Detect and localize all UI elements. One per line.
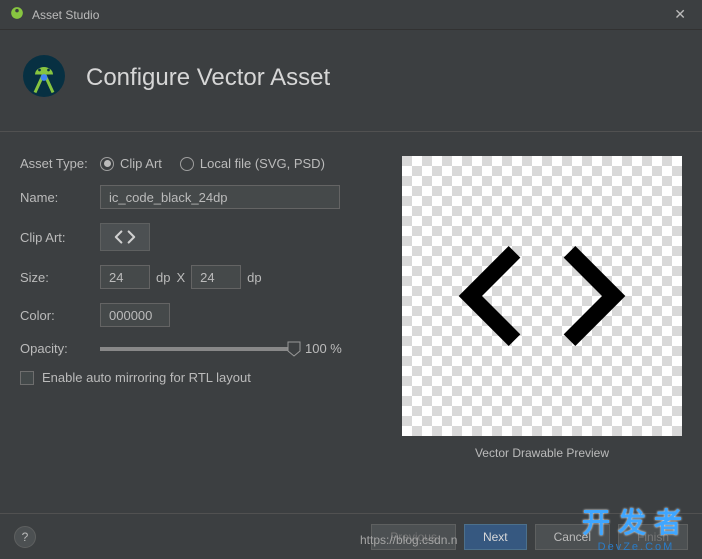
name-label: Name: (20, 190, 100, 205)
android-logo-icon (20, 52, 68, 103)
header: Configure Vector Asset (0, 30, 702, 132)
radio-clip-art-label: Clip Art (120, 156, 162, 171)
watermark-cn-text: 开发者 (582, 507, 690, 538)
radio-checked-icon (100, 157, 114, 171)
close-icon[interactable]: ✕ (668, 4, 692, 25)
clip-art-picker-button[interactable] (100, 223, 150, 251)
size-x-label: X (176, 270, 185, 285)
radio-clip-art[interactable]: Clip Art (100, 156, 162, 171)
next-button[interactable]: Next (464, 524, 527, 550)
size-height-input[interactable] (191, 265, 241, 289)
rtl-label: Enable auto mirroring for RTL layout (42, 370, 251, 385)
android-studio-icon (10, 6, 24, 23)
window-title: Asset Studio (32, 8, 668, 22)
size-width-input[interactable] (100, 265, 150, 289)
code-icon (114, 230, 136, 244)
asset-type-label: Asset Type: (20, 156, 100, 171)
form-panel: Asset Type: Clip Art Local file (SVG, PS… (20, 156, 382, 460)
opacity-label: Opacity: (20, 341, 100, 356)
opacity-value: 100 % (305, 341, 342, 356)
preview-label: Vector Drawable Preview (402, 446, 682, 460)
help-button[interactable]: ? (14, 526, 36, 548)
watermark-url: https://blog.csdn.n (360, 533, 457, 547)
watermark-en-text: DevZe.CoM (582, 541, 690, 553)
preview-canvas (402, 156, 682, 436)
titlebar: Asset Studio ✕ (0, 0, 702, 30)
watermark-logo: 开发者 DevZe.CoM (582, 501, 690, 553)
preview-code-icon (442, 196, 642, 396)
page-title: Configure Vector Asset (86, 64, 330, 92)
radio-unchecked-icon (180, 157, 194, 171)
size-label: Size: (20, 270, 100, 285)
size-height-unit: dp (247, 270, 261, 285)
rtl-checkbox[interactable] (20, 371, 34, 385)
opacity-slider[interactable] (100, 347, 295, 351)
preview-panel: Vector Drawable Preview (402, 156, 682, 460)
color-input[interactable] (100, 303, 170, 327)
radio-local-file[interactable]: Local file (SVG, PSD) (180, 156, 325, 171)
name-input[interactable] (100, 185, 340, 209)
size-width-unit: dp (156, 270, 170, 285)
radio-local-file-label: Local file (SVG, PSD) (200, 156, 325, 171)
slider-thumb-icon (287, 341, 301, 357)
color-label: Color: (20, 308, 100, 323)
clip-art-label: Clip Art: (20, 230, 100, 245)
